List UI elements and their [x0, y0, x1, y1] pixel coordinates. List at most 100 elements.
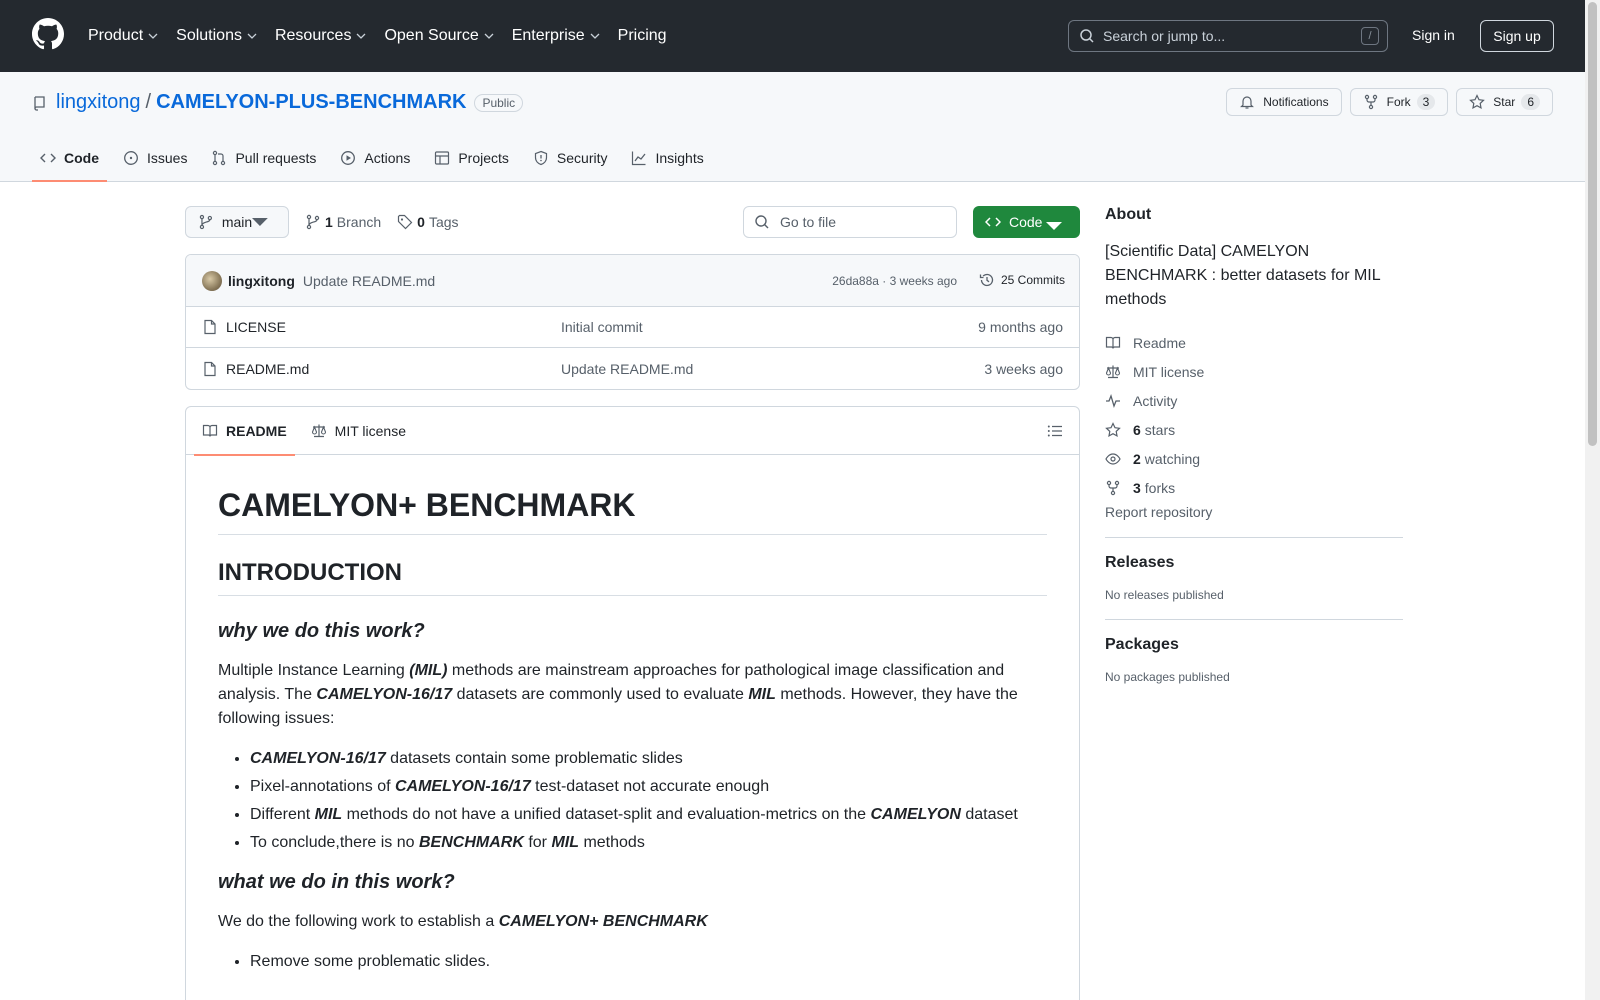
tab-license-label: MIT license [334, 422, 406, 439]
pulse-icon [1106, 393, 1120, 408]
law-icon [311, 424, 326, 437]
readme-tabs: README MIT license [186, 407, 1079, 456]
emphasis-span: CAMELYON+ BENCHMARK [498, 913, 708, 930]
star-button[interactable]: Star 6 [1456, 88, 1553, 116]
text-span: methods do not have a unified dataset-sp… [342, 806, 871, 823]
nav-open-source[interactable]: Open Source [384, 27, 494, 45]
repo-name-link[interactable]: CAMELYON-PLUS-BENCHMARK [156, 91, 466, 114]
global-search-input[interactable]: Search or jump to... / [1068, 20, 1388, 52]
forks-link[interactable]: 3 forks [1105, 473, 1403, 502]
avatar[interactable] [202, 270, 222, 291]
tab-readme-label: README [226, 422, 287, 439]
tab-license[interactable]: MIT license [303, 407, 414, 455]
file-name-link[interactable]: LICENSE [226, 319, 286, 335]
about-links: Readme MIT license Activity 6 stars 2 wa… [1105, 328, 1403, 502]
notifications-button[interactable]: Notifications [1226, 88, 1342, 116]
packages-heading[interactable]: Packages [1105, 636, 1403, 654]
emphasis-span: (MIL) [409, 662, 448, 679]
fork-label: Fork [1386, 95, 1411, 109]
packages-empty: No packages published [1105, 670, 1230, 684]
tag-icon [398, 214, 413, 230]
stars-link[interactable]: 6 stars [1105, 415, 1403, 444]
tab-issues[interactable]: Issues [115, 134, 195, 182]
search-shortcut-key: / [1361, 27, 1379, 45]
divider [1105, 619, 1403, 620]
nav-pricing[interactable]: Pricing [618, 27, 667, 45]
readme-link[interactable]: Readme [1105, 328, 1403, 357]
star-icon [1105, 421, 1121, 437]
stars-label: stars [1144, 421, 1176, 438]
list-item: Pixel-annotations of CAMELYON-16/17 test… [250, 775, 1047, 799]
license-link[interactable]: MIT license [1105, 357, 1403, 386]
table-row: LICENSE Initial commit 9 months ago [186, 307, 1079, 348]
tab-security-label: Security [556, 150, 608, 166]
nav-product[interactable]: Product [88, 27, 158, 45]
history-icon [979, 273, 994, 287]
tab-readme[interactable]: README [194, 407, 295, 456]
repo-header: lingxitong / CAMELYON-PLUS-BENCHMARK Pub… [0, 72, 1585, 182]
text-span: for [523, 834, 552, 851]
file-commit-link[interactable]: Initial commit [561, 319, 643, 335]
tab-actions-label: Actions [364, 150, 411, 166]
star-counter: 6 [1521, 94, 1540, 110]
file-browser: lingxitong Update README.md 26da88a · 3 … [185, 254, 1080, 390]
branches-link[interactable]: 1 Branch [305, 214, 381, 230]
tab-pull-requests[interactable]: Pull requests [203, 134, 324, 182]
text-span: methods [579, 834, 645, 851]
sign-in-link[interactable]: Sign in [1412, 27, 1455, 43]
repo-separator: / [145, 91, 152, 113]
list-item: CAMELYON-16/17 datasets contain some pro… [250, 747, 1047, 771]
file-commit-link[interactable]: Update README.md [561, 361, 693, 377]
stars-count: 6 [1133, 421, 1141, 438]
visibility-badge: Public [474, 93, 524, 112]
tab-insights[interactable]: Insights [623, 134, 711, 182]
file-name-link[interactable]: README.md [226, 361, 309, 377]
tab-actions[interactable]: Actions [332, 134, 418, 182]
nav-solutions[interactable]: Solutions [176, 27, 257, 45]
branch-count: 1 [325, 214, 333, 230]
watching-link[interactable]: 2 watching [1105, 444, 1403, 473]
readme-heading-what: what we do in this work? [218, 871, 455, 893]
repo-icon [34, 95, 45, 111]
releases-heading[interactable]: Releases [1105, 554, 1403, 572]
emphasis-span: CAMELYON [870, 806, 961, 823]
emphasis-span: BENCHMARK [419, 834, 524, 851]
nav-enterprise[interactable]: Enterprise [512, 27, 600, 45]
fork-button[interactable]: Fork 3 [1349, 88, 1449, 116]
report-repository-link[interactable]: Report repository [1105, 504, 1403, 520]
chevron-down-icon [590, 33, 600, 39]
go-to-file-input[interactable]: Go to file [743, 206, 957, 238]
nav-resources[interactable]: Resources [275, 27, 366, 45]
scrollbar-thumb[interactable] [1588, 2, 1597, 446]
page-scrollbar[interactable] [1585, 0, 1600, 1000]
repo-owner-link[interactable]: lingxitong [56, 91, 141, 114]
branch-selector-button[interactable]: main [185, 206, 289, 238]
sign-up-button[interactable]: Sign up [1480, 20, 1554, 52]
readme-work-list: Remove some problematic slides. [218, 950, 1047, 974]
readme-link-label: Readme [1133, 334, 1186, 351]
commits-link[interactable]: 25 Commits [979, 272, 1065, 288]
table-row: README.md Update README.md 3 weeks ago [186, 348, 1079, 389]
code-dropdown-button[interactable]: Code [973, 206, 1080, 238]
activity-link[interactable]: Activity [1105, 386, 1403, 415]
tab-issues-label: Issues [147, 150, 188, 166]
tab-security[interactable]: Security [525, 134, 616, 182]
chevron-down-icon [148, 33, 158, 39]
tab-projects[interactable]: Projects [426, 134, 517, 182]
global-nav: Product Solutions Resources Open Source … [88, 0, 685, 72]
star-label: Star [1493, 95, 1516, 109]
list-unordered-icon[interactable] [1047, 423, 1063, 439]
github-logo-icon[interactable] [32, 18, 64, 50]
tags-link[interactable]: 0 Tags [397, 214, 459, 230]
commit-message-link[interactable]: Update README.md [303, 273, 435, 289]
chevron-down-icon [356, 33, 366, 39]
tab-code[interactable]: Code [32, 134, 107, 182]
tag-count-label: Tags [428, 214, 459, 230]
search-icon [755, 215, 769, 229]
fork-icon [1364, 94, 1377, 110]
readme-panel: README MIT license CAMELYON+ BENCHMARK I… [185, 406, 1080, 1000]
commit-meta[interactable]: 26da88a · 3 weeks ago [832, 274, 957, 288]
text-span: datasets are commonly used to evaluate [452, 686, 749, 703]
commit-author-link[interactable]: lingxitong [228, 273, 295, 289]
watching-label: watching [1144, 450, 1201, 467]
